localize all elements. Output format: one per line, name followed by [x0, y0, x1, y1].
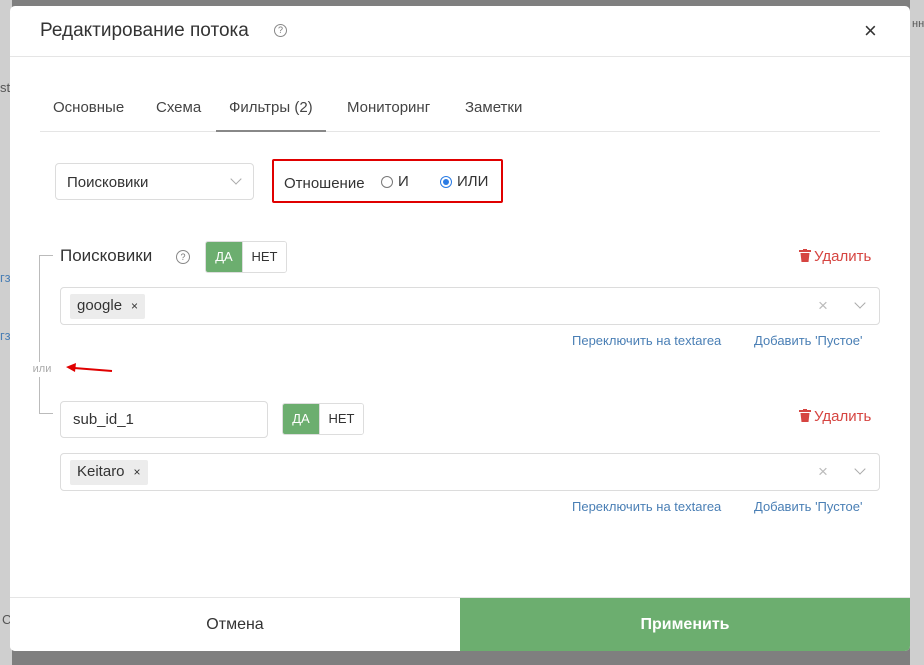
yes-button[interactable]: ДА: [283, 404, 319, 434]
clear-icon[interactable]: ×: [818, 462, 828, 482]
relation-group: Отношение И ИЛИ: [272, 159, 503, 203]
relation-radio-or[interactable]: [440, 176, 452, 188]
delete-label: Удалить: [814, 408, 872, 425]
trash-icon: [799, 409, 811, 422]
close-button[interactable]: ×: [864, 18, 877, 44]
filter-name: Поисковики: [60, 246, 153, 265]
chevron-down-icon[interactable]: [854, 463, 866, 475]
tab-filters[interactable]: Фильтры (2): [216, 85, 326, 132]
tag-label: google: [77, 297, 123, 314]
remove-tag-icon[interactable]: ×: [131, 299, 138, 313]
tag: google ×: [70, 294, 146, 319]
filter-type-value: Поисковики: [67, 174, 149, 191]
cancel-button[interactable]: Отмена: [10, 598, 460, 651]
modal-footer: Отмена Применить: [10, 597, 910, 651]
clear-icon[interactable]: ×: [818, 296, 828, 316]
tag: Keitaro ×: [70, 460, 148, 485]
modal-header: Редактирование потока ? ×: [10, 6, 910, 57]
delete-filter-button[interactable]: Удалить: [799, 248, 871, 265]
apply-button[interactable]: Применить: [460, 598, 910, 651]
background-right-strip: [910, 0, 924, 665]
switch-textarea-link[interactable]: Переключить на textarea: [572, 333, 721, 348]
or-bracket: [39, 255, 53, 414]
delete-filter-button[interactable]: Удалить: [799, 408, 871, 425]
question-circle-icon[interactable]: ?: [176, 250, 190, 264]
tag-label: Keitaro: [77, 463, 125, 480]
no-button[interactable]: НЕТ: [319, 404, 363, 434]
yes-button[interactable]: ДА: [206, 242, 242, 272]
tab-main[interactable]: Основные: [40, 85, 137, 132]
chevron-down-icon[interactable]: [854, 297, 866, 309]
tab-notes[interactable]: Заметки: [452, 85, 535, 132]
no-button[interactable]: НЕТ: [242, 242, 286, 272]
filter-type-select[interactable]: Поисковики: [55, 163, 254, 200]
yes-no-toggle: ДА НЕТ: [282, 403, 364, 435]
relation-radio-and[interactable]: [381, 176, 393, 188]
modal-title: Редактирование потока: [40, 20, 249, 41]
relation-or-label[interactable]: ИЛИ: [457, 173, 488, 190]
tab-bar: Основные Схема Фильтры (2) Мониторинг За…: [40, 85, 880, 132]
add-empty-link[interactable]: Добавить 'Пустое': [754, 499, 863, 514]
background-text: гз: [0, 328, 11, 343]
or-label: или: [24, 362, 60, 377]
relation-and-label[interactable]: И: [398, 173, 409, 190]
switch-textarea-link[interactable]: Переключить на textarea: [572, 499, 721, 514]
remove-tag-icon[interactable]: ×: [134, 465, 141, 479]
tag-select[interactable]: Keitaro × ×: [60, 453, 880, 491]
relation-label: Отношение: [284, 175, 365, 192]
yes-no-toggle: ДА НЕТ: [205, 241, 287, 273]
tab-monitoring[interactable]: Мониторинг: [334, 85, 443, 132]
question-circle-icon[interactable]: ?: [274, 24, 287, 37]
tag-select[interactable]: google × ×: [60, 287, 880, 325]
add-empty-link[interactable]: Добавить 'Пустое': [754, 333, 863, 348]
sub-id-value: sub_id_1: [73, 411, 134, 428]
trash-icon: [799, 249, 811, 262]
delete-label: Удалить: [814, 248, 872, 265]
sub-id-field[interactable]: sub_id_1: [60, 401, 268, 438]
background-text: гз: [0, 270, 11, 285]
background-text: нн: [912, 18, 924, 30]
edit-stream-modal: Редактирование потока ? × Основные Схема…: [10, 6, 910, 651]
chevron-down-icon: [230, 173, 242, 185]
tab-scheme[interactable]: Схема: [143, 85, 214, 132]
red-arrow-icon: [66, 363, 113, 372]
